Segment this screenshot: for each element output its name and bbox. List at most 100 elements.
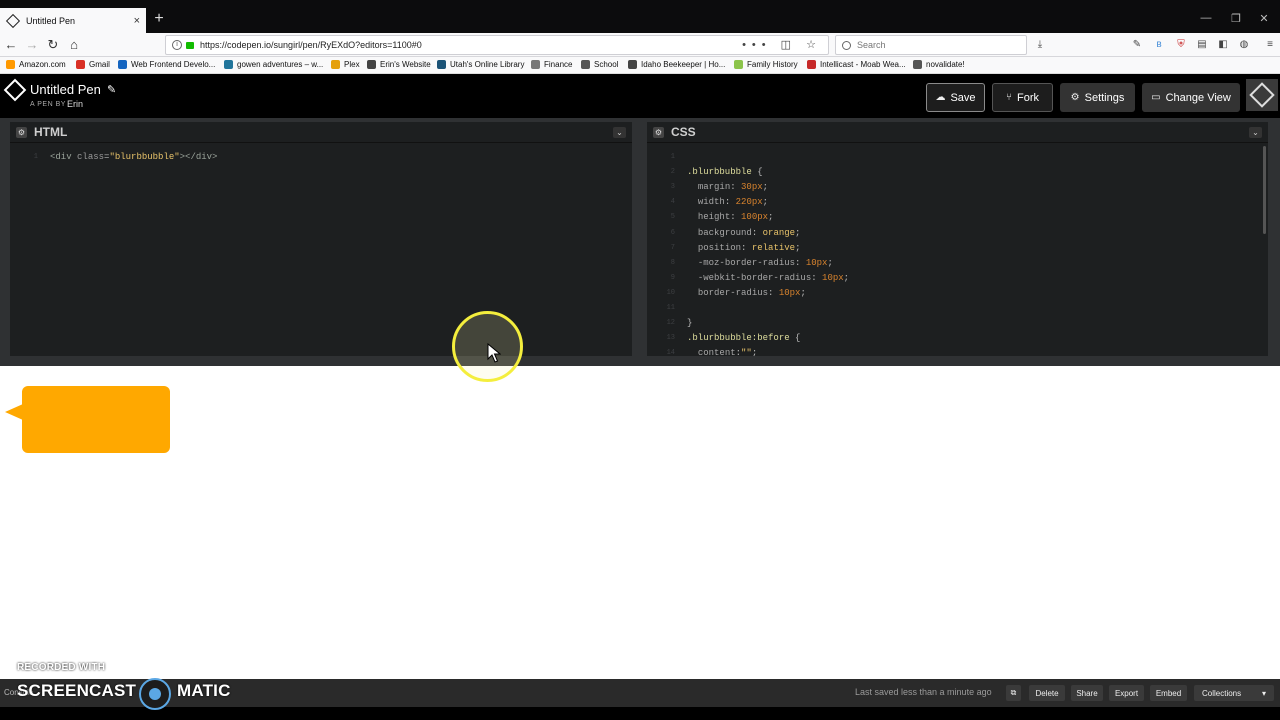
embed-button[interactable]: Embed	[1150, 685, 1187, 701]
code-line[interactable]: 8 -moz-border-radius: 10px;	[647, 256, 1268, 271]
user-avatar[interactable]	[1246, 79, 1278, 111]
code-line[interactable]: 1 <div class="blurbbubble"></div>	[10, 150, 632, 165]
code-text[interactable]: .blurbbubble:before {	[687, 331, 800, 346]
tree-icon	[734, 60, 743, 69]
html-editor[interactable]: ⚙ HTML ⌄ 1 <div class="blurbbubble"></div…	[10, 122, 632, 356]
code-line[interactable]: 10 border-radius: 10px;	[647, 286, 1268, 301]
bookmark-plex[interactable]: Plex	[331, 60, 360, 69]
code-text[interactable]: width: 220px;	[687, 195, 768, 210]
bookmark-utah-online-library[interactable]: Utah's Online Library	[437, 60, 524, 69]
menu-icon[interactable]: ≡	[1264, 39, 1276, 51]
pen-author[interactable]: Erin	[67, 99, 83, 109]
codepen-favicon-icon	[5, 13, 21, 28]
reload-icon[interactable]: ↻	[44, 36, 62, 54]
code-line[interactable]: 2 .blurbbubble {	[647, 165, 1268, 180]
code-line[interactable]: 7 position: relative;	[647, 241, 1268, 256]
bee-icon	[628, 60, 637, 69]
css-settings-gear-icon[interactable]: ⚙	[653, 127, 664, 138]
browser-tab[interactable]: Untitled Pen ×	[0, 8, 146, 33]
bookmark-intellicast[interactable]: Intellicast - Moab Wea...	[807, 60, 906, 69]
browser-tab-bar: Untitled Pen × + — ❐ ✕	[0, 0, 1280, 33]
code-text[interactable]: height: 100px;	[687, 210, 774, 225]
bookmark-school[interactable]: School	[581, 60, 618, 69]
new-tab-button[interactable]: +	[150, 10, 168, 28]
close-window-icon[interactable]: ✕	[1256, 12, 1272, 25]
css-code-area[interactable]: 1 2 .blurbbubble {3 margin: 30px; 4 width: …	[647, 144, 1268, 356]
code-text[interactable]: }	[687, 316, 692, 331]
code-text[interactable]: -webkit-border-radius: 10px;	[687, 271, 849, 286]
bookmark-finance[interactable]: Finance	[531, 60, 572, 69]
share-button[interactable]: Share	[1071, 685, 1103, 701]
code-text[interactable]: <div class="blurbbubble"></div>	[50, 150, 217, 165]
bookmark-web-frontend[interactable]: Web Frontend Develo...	[118, 60, 215, 69]
bookmark-amazon[interactable]: Amazon.com	[6, 60, 66, 69]
sidebar-icon[interactable]: ◧	[1217, 39, 1229, 51]
search-input[interactable]: Search	[835, 35, 1027, 55]
fork-button[interactable]: ⑂ Fork	[992, 83, 1053, 112]
bookmark-gowen-adventures[interactable]: gowen adventures – w...	[224, 60, 323, 69]
code-line[interactable]: 9 -webkit-border-radius: 10px;	[647, 271, 1268, 286]
code-text[interactable]: -moz-border-radius: 10px;	[687, 256, 833, 271]
download-icon[interactable]: ⤓	[1034, 39, 1046, 51]
screencast-logo-icon	[139, 678, 171, 710]
html-chevron-down-icon[interactable]: ⌄	[613, 127, 626, 138]
settings-button[interactable]: ⚙ Settings	[1060, 83, 1135, 112]
url-text[interactable]: https://codepen.io/sungirl/pen/RyEXdO?ed…	[200, 40, 422, 50]
pen-tool-icon[interactable]: ✎	[1131, 39, 1143, 51]
home-icon[interactable]: ⌂	[65, 36, 83, 54]
html-settings-gear-icon[interactable]: ⚙	[16, 127, 27, 138]
code-text[interactable]: .blurbbubble {	[687, 165, 763, 180]
bookmark-idaho-beekeeper[interactable]: Idaho Beekeeper | Ho...	[628, 60, 725, 69]
code-line[interactable]: 13 .blurbbubble:before {	[647, 331, 1268, 346]
shield-icon[interactable]: ⛨	[1175, 39, 1187, 51]
page-actions-icon[interactable]: ••• ◫ ☆	[742, 38, 822, 51]
code-line[interactable]: 6 background: orange;	[647, 226, 1268, 241]
css-chevron-down-icon[interactable]: ⌄	[1249, 127, 1262, 138]
code-line[interactable]: 12}	[647, 316, 1268, 331]
bookmark-family-history[interactable]: Family History	[734, 60, 798, 69]
code-text[interactable]: position: relative;	[687, 241, 801, 256]
codepen-logo-icon[interactable]	[3, 78, 27, 102]
code-line[interactable]: 3 margin: 30px;	[647, 180, 1268, 195]
code-text[interactable]: margin: 30px;	[687, 180, 768, 195]
search-placeholder: Search	[857, 40, 886, 50]
code-text[interactable]: border-radius: 10px;	[687, 286, 806, 301]
minimize-icon[interactable]: —	[1198, 12, 1214, 24]
code-line[interactable]: 11	[647, 301, 1268, 316]
css-scrollbar[interactable]	[1263, 146, 1266, 234]
collections-button[interactable]: Collections ▾	[1194, 685, 1274, 701]
bookmark-novalidate[interactable]: novalidate!	[913, 60, 965, 69]
export-button[interactable]: Export	[1109, 685, 1144, 701]
globe-icon	[913, 60, 922, 69]
back-icon[interactable]: ←	[2, 36, 20, 54]
css-editor[interactable]: ⚙ CSS ⌄ 1 2 .blurbbubble {3 margin: 30px; 4…	[647, 122, 1268, 356]
code-line[interactable]: 5 height: 100px;	[647, 210, 1268, 225]
bookmark-gmail[interactable]: Gmail	[76, 60, 110, 69]
line-number: 13	[666, 334, 675, 343]
open-external-icon[interactable]: ⧉	[1006, 685, 1021, 701]
bluetooth-icon[interactable]: ʙ	[1153, 39, 1165, 51]
html-code-area[interactable]: 1 <div class="blurbbubble"></div>	[10, 144, 632, 356]
pen-title[interactable]: Untitled Pen	[30, 82, 101, 97]
change-view-button[interactable]: ▭ Change View	[1142, 83, 1240, 112]
cloud-icon: ☁	[935, 92, 946, 103]
address-bar[interactable]: i https://codepen.io/sungirl/pen/RyEXdO?…	[165, 35, 829, 55]
code-line[interactable]: 1	[647, 150, 1268, 165]
info-icon[interactable]: i	[172, 40, 182, 50]
html-editor-header: ⚙ HTML ⌄	[10, 122, 632, 143]
code-line[interactable]: 4 width: 220px;	[647, 195, 1268, 210]
delete-button[interactable]: Delete	[1029, 685, 1065, 701]
restore-icon[interactable]: ❐	[1228, 12, 1244, 25]
account-icon[interactable]: ◍	[1238, 39, 1250, 51]
editor-area: ⚙ HTML ⌄ 1 <div class="blurbbubble"></div…	[0, 118, 1280, 366]
code-text[interactable]: content:"";	[687, 346, 757, 356]
gmail-icon	[76, 60, 85, 69]
library-icon[interactable]: ▤	[1196, 39, 1208, 51]
code-line[interactable]: 14 content:"";	[647, 346, 1268, 356]
code-text[interactable]: background: orange;	[687, 226, 801, 241]
edit-title-icon[interactable]: ✎	[107, 83, 116, 96]
forward-icon[interactable]: →	[23, 36, 41, 54]
tab-close-icon[interactable]: ×	[134, 15, 140, 27]
bookmark-erins-website[interactable]: Erin's Website	[367, 60, 431, 69]
save-button[interactable]: ☁ Save	[926, 83, 985, 112]
